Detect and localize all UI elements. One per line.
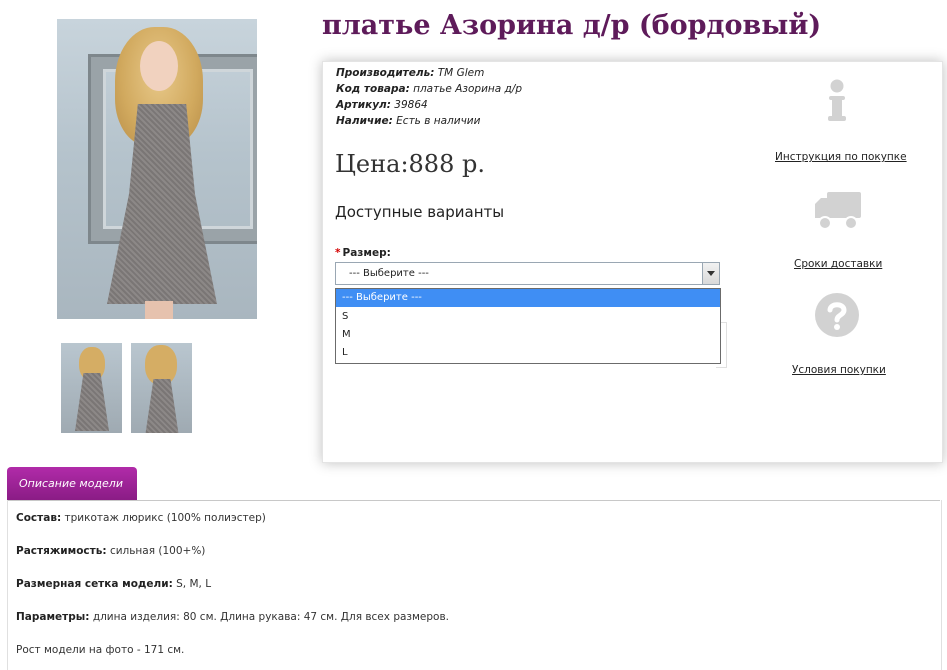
model-legs [145, 301, 173, 319]
size-option[interactable]: L [336, 344, 720, 362]
meta-availability: Наличие: Есть в наличии [336, 115, 480, 127]
description-parameters: Параметры: длина изделия: 80 см. Длина р… [16, 611, 449, 623]
size-options-list[interactable]: --- Выберите --- S M L [335, 288, 721, 364]
meta-label: Производитель: [336, 67, 435, 79]
desc-label: Растяжимость: [16, 545, 107, 557]
meta-value: 39864 [394, 99, 428, 111]
delivery-truck-icon [815, 192, 861, 230]
product-price: Цена:888 р. [335, 150, 485, 178]
meta-value: TM Glem [437, 67, 485, 79]
description-composition: Состав: трикотаж люрикс (100% полиэстер) [16, 512, 266, 524]
description-stretch: Растяжимость: сильная (100+%) [16, 545, 205, 557]
variants-heading: Доступные варианты [335, 203, 505, 221]
size-select-value: --- Выберите --- [349, 268, 429, 279]
size-option[interactable]: M [336, 326, 720, 344]
desc-value: сильная (100+%) [109, 545, 206, 557]
meta-product-code: Код товара: платье Азорина д/р [336, 83, 522, 95]
thumbnail-1[interactable] [61, 343, 122, 433]
desc-value: S, M, L [176, 578, 212, 590]
desc-label: Параметры: [16, 611, 90, 623]
meta-label: Код товара: [336, 83, 410, 95]
meta-label: Артикул: [336, 99, 391, 111]
desc-value: трикотаж люрикс (100% полиэстер) [64, 512, 266, 524]
purchase-instructions-link[interactable]: Инструкция по покупке [775, 151, 907, 163]
size-label-text: Размер: [342, 247, 391, 259]
meta-manufacturer: Производитель: TM Glem [336, 67, 484, 79]
meta-value: платье Азорина д/р [413, 83, 523, 95]
desc-value: Рост модели на фото - 171 см. [16, 644, 185, 656]
size-label: * Размер: [335, 247, 391, 259]
chevron-down-icon[interactable] [702, 263, 719, 284]
info-icon [828, 79, 846, 121]
desc-value: длина изделия: 80 см. Длина рукава: 47 с… [92, 611, 449, 623]
question-icon [815, 293, 859, 337]
desc-label: Состав: [16, 512, 62, 524]
main-product-photo[interactable] [57, 19, 257, 319]
desc-label: Размерная сетка модели: [16, 578, 173, 590]
tab-label: Описание модели [19, 477, 123, 490]
delivery-terms-link[interactable]: Сроки доставки [794, 258, 882, 270]
thumbnail-dress [145, 379, 179, 433]
thumbnail-2[interactable] [131, 343, 192, 433]
size-option[interactable]: --- Выберите --- [336, 289, 720, 307]
product-title: платье Азорина д/р (бордовый) [322, 10, 822, 41]
model-face [140, 41, 178, 91]
size-option[interactable]: S [336, 308, 720, 326]
meta-label: Наличие: [336, 115, 393, 127]
meta-sku: Артикул: 39864 [336, 99, 428, 111]
required-mark: * [335, 247, 341, 259]
thumbnail-dress [75, 373, 109, 431]
meta-value: Есть в наличии [396, 115, 481, 127]
description-size-range: Размерная сетка модели: S, M, L [16, 578, 211, 590]
size-select[interactable]: --- Выберите --- [335, 262, 720, 285]
tab-model-description[interactable]: Описание модели [7, 467, 137, 500]
purchase-conditions-link[interactable]: Условия покупки [792, 364, 886, 376]
description-model-height: Рост модели на фото - 171 см. [16, 644, 184, 656]
